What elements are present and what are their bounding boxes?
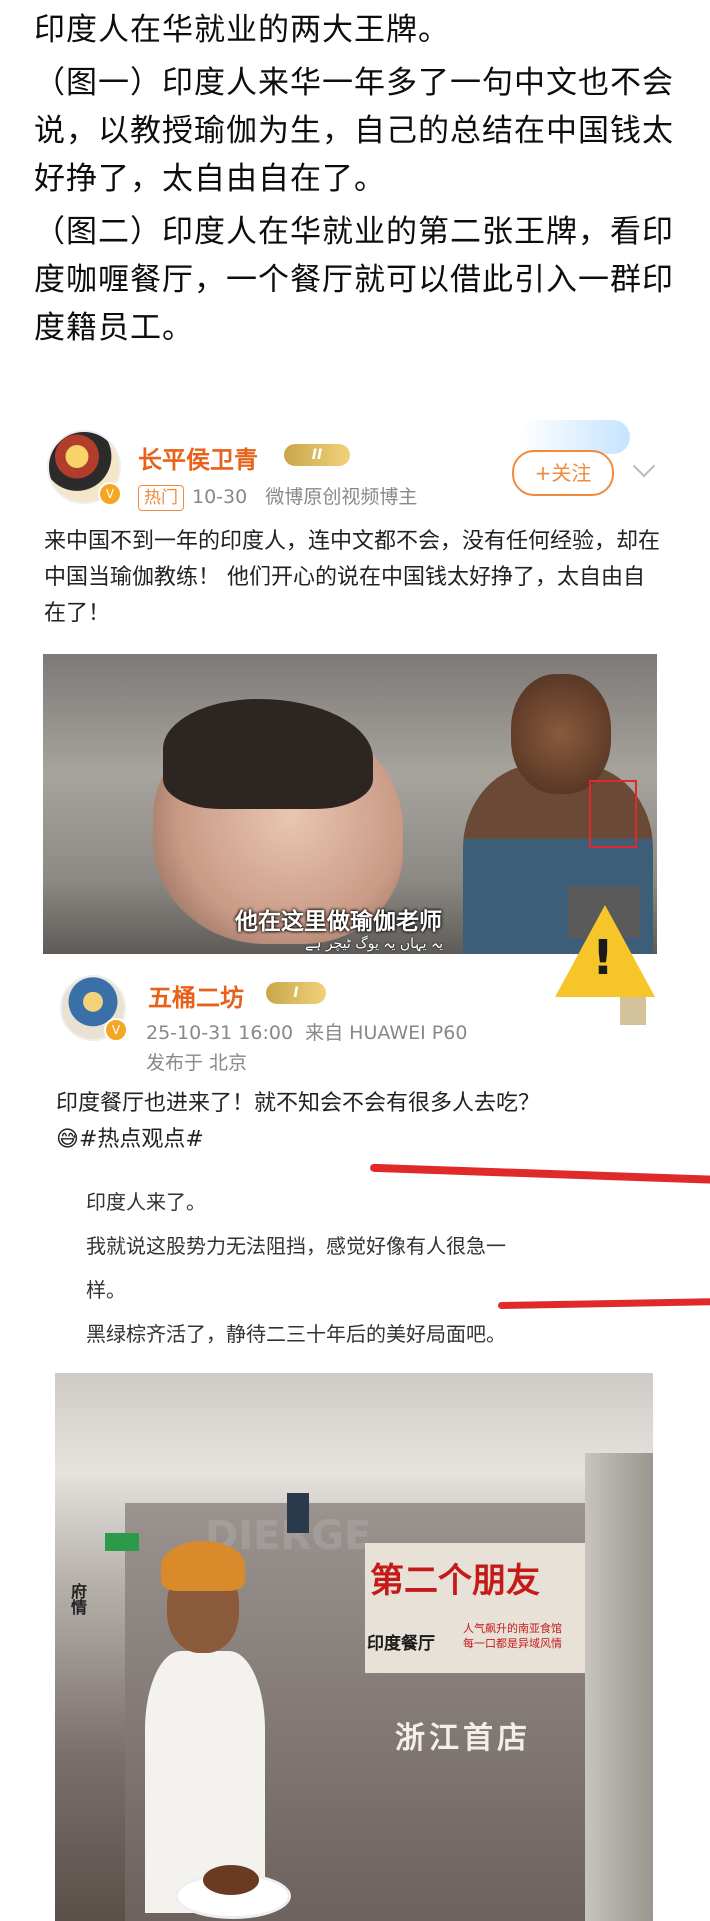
chef-figure	[145, 1533, 291, 1919]
restaurant-photo[interactable]: DIERGE 第二个朋友 印度餐厅 人气飙升的南亚食馆 每一口都是异域风情 浙江…	[55, 1373, 653, 1921]
banner-title: 第二个朋友	[370, 1561, 540, 1601]
post-source: 来自 HUAWEI P60	[305, 1022, 468, 1044]
dish	[203, 1865, 259, 1895]
warning-mark: !	[592, 930, 614, 986]
post-text-main: 印度餐厅也进来了！就不知会不会有很多人去吃？	[56, 1091, 541, 1116]
level-badge: II	[284, 444, 350, 466]
warning-pole	[620, 997, 646, 1025]
post-meta: 热门 10-30 微博原创视频博主	[138, 482, 417, 511]
post-text: 来中国不到一年的印度人，连中文都不会，没有任何经验，却在中国当瑜伽教练！ 他们开…	[44, 529, 661, 626]
quote-line: 印度人来了。	[86, 1190, 206, 1214]
quote-line: 我就说这股势力无法阻挡，感觉好像有人很急一	[86, 1234, 506, 1258]
video-caption-sub: یہ یہاں یہ یوگ ٹیچر ہے	[305, 936, 444, 952]
post-date: 10-30	[192, 486, 248, 508]
video-caption: 他在这里做瑜伽老师	[235, 909, 442, 935]
intro-text: 印度人在华就业的两大王牌。 （图一）印度人来华一年多了一句中文也不会说，以教授瑜…	[34, 6, 684, 357]
side-sign-text: 府情	[68, 1583, 87, 1615]
banner-slogan-line: 每一口都是异域风情	[463, 1637, 562, 1650]
decoration-wave	[520, 420, 630, 454]
banner-slogan-line: 人气飙升的南亚食馆	[463, 1622, 562, 1635]
post-time: 25-10-31 16:00	[146, 1022, 294, 1044]
banner-subtitle: 印度餐厅	[367, 1634, 435, 1654]
hashtag-link[interactable]: #热点观点#	[79, 1127, 204, 1152]
video-person-1-hair	[163, 699, 373, 809]
pillar	[585, 1453, 653, 1921]
post-meta: 25-10-31 16:00 来自 HUAWEI P60 发布于 北京	[146, 1018, 467, 1078]
verified-icon: V	[98, 482, 122, 506]
emoji-icon: 😅	[56, 1127, 79, 1152]
banner-slogan: 人气飙升的南亚食馆 每一口都是异域风情	[463, 1621, 562, 1651]
video-person-2-head	[511, 674, 611, 794]
chevron-down-icon[interactable]	[632, 454, 656, 478]
intro-line-3: （图二）印度人在华就业的第二张王牌，看印度咖喱餐厅，一个餐厅就可以借此引入一群印…	[34, 214, 674, 346]
intro-line-2: （图一）印度人来华一年多了一句中文也不会说，以教授瑜伽为生，自己的总结在中国钱太…	[34, 65, 674, 197]
intro-line-1: 印度人在华就业的两大王牌。	[34, 12, 450, 48]
follow-button[interactable]: +关注	[512, 450, 614, 496]
quoted-text: 印度人来了。 我就说这股势力无法阻挡，感觉好像有人很急一 样。 黑绿棕齐活了，静…	[86, 1180, 606, 1356]
username[interactable]: 五桶二坊	[148, 978, 244, 1013]
level-badge: I	[266, 982, 326, 1004]
hot-tag: 热门	[138, 485, 184, 511]
chef-turban	[161, 1541, 245, 1591]
exit-sign-icon	[105, 1533, 139, 1551]
quote-line: 黑绿棕齐活了，静待二三十年后的美好局面吧。	[86, 1322, 506, 1346]
user-role: 微博原创视频博主	[265, 486, 418, 508]
verified-icon: V	[104, 1018, 128, 1042]
store-label: 浙江首店	[395, 1721, 531, 1756]
watermark-box	[589, 780, 637, 848]
hanging-sign	[287, 1493, 309, 1533]
post-location: 发布于 北京	[146, 1052, 248, 1074]
username[interactable]: 长平侯卫青	[138, 440, 258, 475]
post-text: 印度餐厅也进来了！就不知会不会有很多人去吃？ 😅#热点观点#	[56, 1086, 676, 1158]
